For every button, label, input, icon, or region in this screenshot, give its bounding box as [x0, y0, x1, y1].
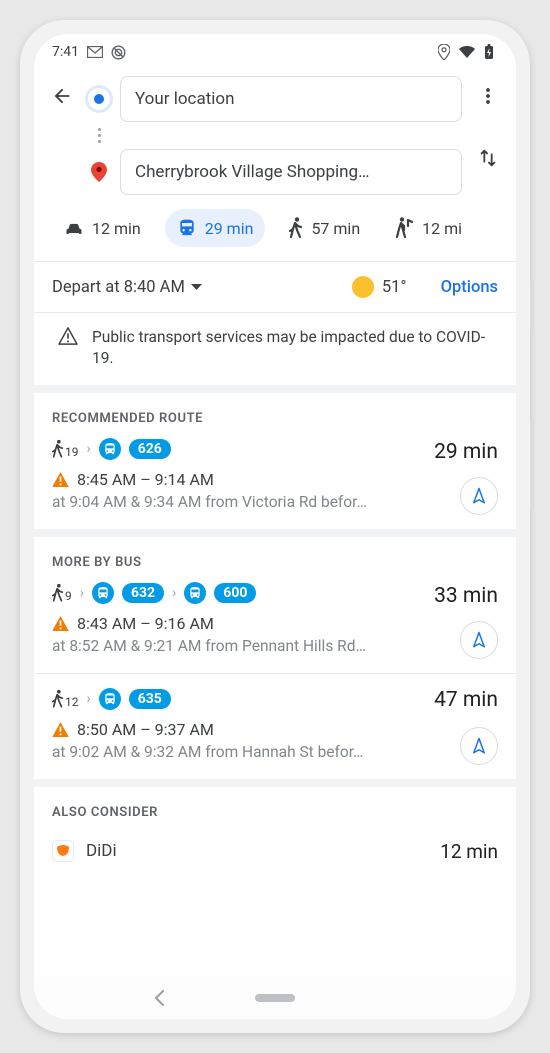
- dnd-icon: [111, 45, 126, 60]
- bus-route-badge: 626: [129, 439, 171, 459]
- map-pin-icon: [88, 162, 110, 182]
- device-back-button[interactable]: [153, 990, 165, 1006]
- bus-icon: [92, 582, 114, 604]
- section-header-more-bus: MORE BY BUS: [34, 537, 516, 580]
- route-time-range: 8:50 AM – 9:37 AM: [77, 720, 214, 739]
- mode-tab-label: 29 min: [205, 219, 254, 238]
- depart-bar: Depart at 8:40 AM 51° Options: [34, 262, 516, 313]
- mode-tab-rideshare[interactable]: 12 mi: [384, 209, 474, 247]
- back-button[interactable]: [42, 76, 82, 116]
- location-icon: [438, 44, 450, 60]
- chevron-right-icon: ›: [80, 585, 84, 601]
- route-summary-line: 9 › 632 › 600: [52, 582, 498, 604]
- alert-icon: [52, 722, 69, 737]
- mode-tab-drive[interactable]: 12 min: [52, 209, 153, 247]
- depart-time-dropdown[interactable]: Depart at 8:40 AM: [52, 278, 202, 297]
- route-card[interactable]: 19 › 626 29 min 8:45 AM – 9:14 AM at 9:0…: [34, 436, 516, 537]
- walk-minutes: 19: [65, 445, 79, 459]
- route-duration: 29 min: [434, 440, 498, 464]
- warning-icon: [58, 327, 78, 369]
- bus-icon: [99, 688, 121, 710]
- phone-side-button: [530, 280, 534, 330]
- mode-tab-label: 12 mi: [422, 219, 462, 238]
- start-navigation-button[interactable]: [460, 477, 498, 515]
- destination-input[interactable]: Cherrybrook Village Shopping…: [120, 149, 462, 195]
- route-card[interactable]: 9 › 632 › 600 33 min 8:43 AM – 9:16 AM: [34, 580, 516, 674]
- route-summary-line: 12 › 635: [52, 688, 498, 710]
- route-time-range: 8:45 AM – 9:14 AM: [77, 470, 214, 489]
- route-summary-line: 19 › 626: [52, 438, 498, 460]
- bus-route-badge: 635: [129, 689, 171, 709]
- mode-tabs: 12 min 29 min 57 min 12 mi: [34, 195, 516, 262]
- mode-tab-walk[interactable]: 57 min: [277, 209, 372, 247]
- rideshare-icon: [396, 217, 414, 239]
- route-next-departures: at 9:04 AM & 9:34 AM from Victoria Rd be…: [52, 493, 498, 511]
- device-nav-bar: [34, 977, 516, 1019]
- temperature: 51°: [382, 278, 407, 297]
- alert-icon: [52, 616, 69, 631]
- status-bar: 7:41: [34, 34, 516, 70]
- swap-button[interactable]: [468, 138, 508, 178]
- alert-icon: [52, 472, 69, 487]
- more-menu-button[interactable]: [468, 76, 508, 116]
- mode-tab-transit[interactable]: 29 min: [165, 209, 266, 247]
- bus-icon: [99, 438, 121, 460]
- directions-header: Your location Cherrybrook Village Shoppi…: [34, 70, 516, 195]
- section-header-recommended: RECOMMENDED ROUTE: [34, 393, 516, 436]
- alert-banner-text: Public transport services may be impacte…: [92, 327, 492, 369]
- device-home-pill[interactable]: [255, 994, 295, 1002]
- start-navigation-button[interactable]: [460, 621, 498, 659]
- origin-dot-icon: [88, 88, 110, 110]
- walk-minutes: 12: [65, 695, 79, 709]
- walk-icon: [289, 217, 303, 239]
- chevron-right-icon: ›: [172, 585, 176, 601]
- bus-icon: [184, 582, 206, 604]
- mode-tab-label: 57 min: [311, 219, 360, 238]
- walk-segment: 9: [52, 583, 72, 603]
- route-next-departures: at 8:52 AM & 9:21 AM from Pennant Hills …: [52, 637, 498, 655]
- walk-segment: 12: [52, 689, 79, 709]
- route-card[interactable]: 12 › 635 47 min 8:50 AM – 9:37 AM at 9:0…: [34, 674, 516, 787]
- phone-frame: 7:41: [20, 20, 530, 1033]
- walk-segment: 19: [52, 439, 79, 459]
- screen: 7:41: [34, 34, 516, 1019]
- bus-route-badge: 600: [214, 583, 256, 603]
- sun-icon: [352, 276, 374, 298]
- alert-banner: Public transport services may be impacte…: [34, 313, 516, 393]
- walk-minutes: 9: [65, 589, 72, 603]
- car-icon: [64, 219, 84, 237]
- rideshare-option[interactable]: DiDi 12 min: [34, 830, 516, 883]
- train-icon: [177, 218, 197, 238]
- chevron-down-icon: [191, 284, 202, 291]
- section-header-also-consider: ALSO CONSIDER: [34, 787, 516, 830]
- route-time-range: 8:43 AM – 9:16 AM: [77, 614, 214, 633]
- route-duration: 33 min: [434, 584, 498, 608]
- depart-label: Depart at 8:40 AM: [52, 278, 185, 297]
- didi-icon: [52, 840, 74, 862]
- options-button[interactable]: Options: [441, 278, 498, 297]
- weather-widget: 51°: [352, 276, 407, 298]
- start-navigation-button[interactable]: [460, 727, 498, 765]
- wifi-icon: [458, 45, 476, 59]
- battery-icon: [484, 44, 494, 60]
- phone-side-button: [530, 420, 534, 510]
- rideshare-option-label: DiDi: [86, 841, 117, 861]
- route-connector-dots: [88, 126, 110, 145]
- chevron-right-icon: ›: [87, 691, 91, 707]
- status-time: 7:41: [52, 44, 79, 60]
- bus-route-badge: 632: [122, 583, 164, 603]
- gmail-icon: [87, 46, 103, 58]
- rideshare-option-time: 12 min: [440, 840, 498, 863]
- route-duration: 47 min: [434, 688, 498, 712]
- mode-tab-label: 12 min: [92, 219, 141, 238]
- chevron-right-icon: ›: [87, 441, 91, 457]
- origin-input[interactable]: Your location: [120, 76, 462, 122]
- route-next-departures: at 9:02 AM & 9:32 AM from Hannah St befo…: [52, 743, 498, 761]
